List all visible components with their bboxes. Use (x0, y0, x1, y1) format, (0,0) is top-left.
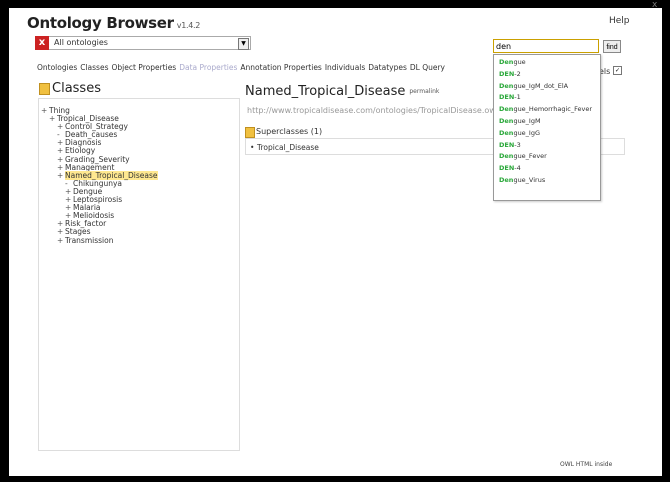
superclasses-folder-icon (245, 127, 255, 138)
window-close-icon[interactable]: x (652, 0, 657, 10)
superclass-label: Tropical_Disease (257, 143, 319, 152)
tab-annotation-properties[interactable]: Annotation Properties (240, 63, 321, 72)
tree-node-label[interactable]: Transmission (65, 236, 113, 245)
search-result-rest: gue_IgG (513, 128, 541, 137)
ontology-select[interactable]: x All ontologies ▼ (35, 36, 251, 50)
search-result-match: Den (499, 175, 514, 184)
search-result-rest: -4 (514, 164, 521, 173)
remove-ontology-icon[interactable]: x (35, 36, 49, 50)
search-result-item[interactable]: DEN-2 (499, 69, 592, 81)
tab-data-properties: Data Properties (179, 63, 238, 72)
app-title: Ontology Browser v1.4.2 (27, 14, 200, 32)
tab-datatypes[interactable]: Datatypes (368, 63, 407, 72)
search-result-match: Den (499, 128, 514, 137)
search-result-item[interactable]: DEN-1 (499, 92, 592, 104)
tab-classes[interactable]: Classes (80, 63, 108, 72)
labels-checkbox[interactable]: ✓ (613, 66, 622, 75)
search-result-rest: gue_Virus (513, 175, 546, 184)
search-result-rest: -2 (514, 69, 521, 78)
tab-ontologies[interactable]: Ontologies (37, 63, 77, 72)
search-result-item[interactable]: Dengue_Fever (499, 151, 592, 163)
bullet-icon: • (250, 143, 255, 152)
expand-icon[interactable]: + (41, 106, 49, 115)
search-result-match: Den (499, 105, 514, 114)
search-result-match: Den (499, 58, 514, 66)
permalink-link[interactable]: permalink (409, 88, 439, 95)
tab-individuals[interactable]: Individuals (325, 63, 365, 72)
classes-heading: Classes (52, 81, 101, 96)
chevron-down-icon[interactable]: ▼ (238, 38, 249, 50)
help-link[interactable]: Help (609, 16, 630, 26)
search-result-item[interactable]: DEN-3 (499, 140, 592, 152)
search-result-match: Den (499, 81, 514, 90)
search-result-rest: gue (513, 58, 526, 66)
search-result-match: DEN (499, 93, 515, 102)
search-result-item[interactable]: Dengue (499, 57, 592, 69)
tab-bar: Ontologies Classes Object Properties Data P… (37, 63, 448, 72)
search-result-item[interactable]: Dengue_IgG (499, 128, 592, 140)
expand-icon[interactable]: + (57, 171, 65, 180)
search-result-item[interactable]: Dengue_Virus (499, 175, 592, 187)
search-result-rest: gue_Fever (513, 152, 547, 161)
superclass-item[interactable]: • Tropical_Disease (250, 143, 319, 152)
tab-dl-query[interactable]: DL Query (410, 63, 445, 72)
tab-object-properties[interactable]: Object Properties (112, 63, 177, 72)
footer-text: OWL HTML inside (560, 461, 613, 468)
search-results-list: Dengue DEN-2 Dengue_IgM_dot_ElA DEN-1 Dengue… (499, 57, 592, 187)
search-result-item[interactable]: Dengue_Hemorrhagic_Fever (499, 104, 592, 116)
search-result-item[interactable]: Dengue_IgM (499, 116, 592, 128)
app-version: v1.4.2 (176, 21, 201, 30)
search-result-match: Den (499, 152, 514, 161)
tree-node[interactable]: + Transmission (41, 236, 158, 245)
search-input[interactable] (493, 39, 599, 53)
class-tree: + Thing + Tropical_Disease + Control_Strategy… (41, 106, 158, 245)
search-result-rest: gue_Hemorrhagic_Fever (513, 105, 593, 114)
search-result-rest: -1 (514, 93, 521, 102)
search-result-match: DEN (499, 140, 515, 149)
entity-uri: http://www.tropicaldisease.com/ontologie… (247, 106, 534, 115)
ontology-select-value: All ontologies (54, 38, 108, 47)
search-result-match: DEN (499, 164, 515, 173)
search-result-rest: gue_IgM_dot_ElA (513, 81, 569, 90)
entity-title: Named_Tropical_Disease permalink (245, 84, 439, 99)
expand-icon[interactable]: + (57, 236, 65, 245)
superclasses-label: Superclasses (1) (256, 127, 323, 136)
search-result-match: Den (499, 116, 514, 125)
search-result-item[interactable]: DEN-4 (499, 163, 592, 175)
search-result-rest: gue_IgM (513, 116, 541, 125)
entity-title-text: Named_Tropical_Disease (245, 84, 406, 99)
app-title-text: Ontology Browser (27, 14, 174, 32)
search-result-item[interactable]: Dengue_IgM_dot_ElA (499, 81, 592, 93)
expand-icon[interactable]: + (49, 114, 57, 123)
search-result-rest: -3 (514, 140, 521, 149)
find-button[interactable]: find (603, 40, 621, 53)
folder-icon (39, 83, 50, 95)
search-result-match: DEN (499, 69, 515, 78)
